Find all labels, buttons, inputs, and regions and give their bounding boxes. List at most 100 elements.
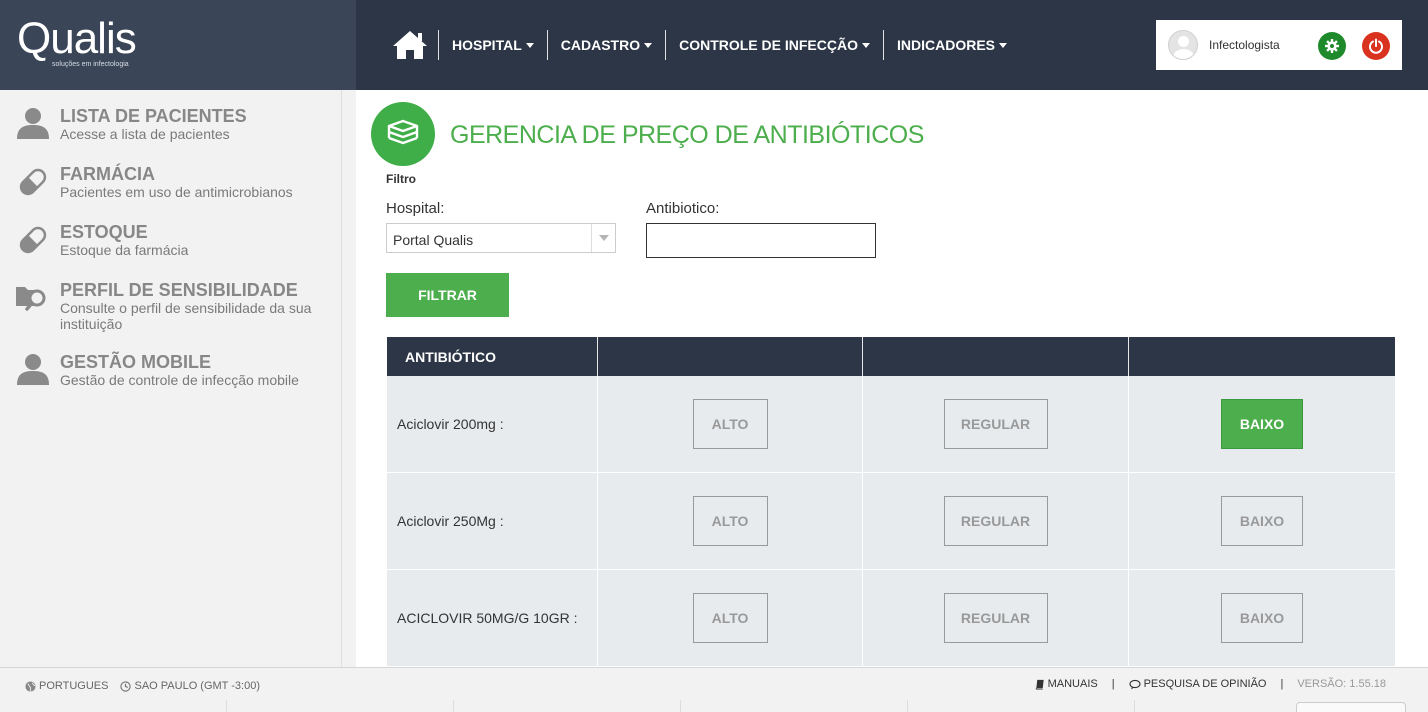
nav-divider <box>882 30 884 60</box>
table-row: Aciclovir 250Mg : ALTO REGULAR BAIXO <box>387 473 1395 570</box>
nav-cadastro-label: CADASTRO <box>560 37 641 53</box>
avatar[interactable] <box>1168 30 1198 60</box>
sidebar-item-perfil-sensibilidade[interactable]: PERFIL DE SENSIBILIDADE Consulte o perfi… <box>0 280 342 336</box>
caret-down-icon <box>644 42 653 48</box>
antibiotic-price-table: ANTIBIÓTICO Aciclovir 200mg : ALTO REGUL… <box>387 337 1395 667</box>
book-icon <box>1035 679 1044 690</box>
baixo-button[interactable]: BAIXO <box>1221 496 1303 546</box>
sidebar: LISTA DE PACIENTES Acesse a lista de pac… <box>0 90 342 667</box>
sidebar-item-desc: Consulte o perfil de sensibilidade da su… <box>60 300 312 332</box>
logout-button[interactable] <box>1362 32 1390 60</box>
sidebar-item-title: GESTÃO MOBILE <box>60 352 212 372</box>
price-cell: ALTO <box>598 376 863 472</box>
antibiotic-name: Aciclovir 200mg : <box>387 376 598 472</box>
column-header <box>863 337 1129 376</box>
nav-divider <box>665 30 667 60</box>
filter-button[interactable]: FILTRAR <box>386 273 509 317</box>
sidebar-item-lista-pacientes[interactable]: LISTA DE PACIENTES Acesse a lista de pac… <box>0 106 342 146</box>
globe-icon <box>25 680 36 692</box>
home-icon[interactable] <box>388 28 432 62</box>
regular-button[interactable]: REGULAR <box>943 496 1048 546</box>
price-cell: REGULAR <box>863 376 1129 472</box>
caret-down-icon <box>861 42 870 48</box>
chevron-down-icon[interactable] <box>591 224 615 252</box>
caret-down-icon <box>999 42 1007 48</box>
sidebar-item-title: LISTA DE PACIENTES <box>60 106 247 126</box>
column-header-antibiotic: ANTIBIÓTICO <box>387 337 598 376</box>
footer-bottom-bar <box>0 700 1428 712</box>
price-cell: BAIXO <box>1129 570 1395 666</box>
baixo-button[interactable]: BAIXO <box>1221 399 1303 449</box>
top-header: Qualis soluções em infectologia HOSPITAL… <box>0 0 1428 90</box>
alto-button[interactable]: ALTO <box>692 593 768 643</box>
timezone-label: SAO PAULO (GMT -3:00) <box>134 680 260 692</box>
column-header <box>1129 337 1395 376</box>
nav-divider <box>546 30 548 60</box>
language-label: PORTUGUES <box>39 680 109 692</box>
clock-icon <box>120 680 132 692</box>
nav-controle-label: CONTROLE DE INFECÇÃO <box>679 37 858 53</box>
regular-button[interactable]: REGULAR <box>943 399 1048 449</box>
gear-icon <box>1325 39 1339 53</box>
nav-indicadores[interactable]: INDICADORES <box>884 37 1020 53</box>
user-name[interactable]: Infectologista <box>1209 38 1280 52</box>
language-selector[interactable]: PORTUGUES <box>25 680 108 692</box>
antibiotic-name: ACICLOVIR 50MG/G 10GR : <box>387 570 598 666</box>
table-header: ANTIBIÓTICO <box>387 337 1395 376</box>
timezone-selector[interactable]: SAO PAULO (GMT -3:00) <box>120 680 260 692</box>
filter-label: Filtro <box>386 172 416 186</box>
manuals-link[interactable]: MANUAIS <box>1035 678 1098 690</box>
alto-button[interactable]: ALTO <box>692 399 768 449</box>
main-nav: HOSPITAL CADASTRO CONTROLE DE INFECÇÃO I… <box>388 28 1020 62</box>
footer-right: MANUAIS | PESQUISA DE OPINIÃO | VERSÃO: … <box>1035 678 1386 690</box>
survey-link[interactable]: PESQUISA DE OPINIÃO <box>1129 678 1267 690</box>
settings-button[interactable] <box>1318 32 1346 60</box>
logo-text: Qualis <box>17 14 137 63</box>
footer-left: PORTUGUES SAO PAULO (GMT -3:00) <box>25 680 272 692</box>
price-cell: REGULAR <box>863 570 1129 666</box>
footer-divider: | <box>1280 678 1284 690</box>
sidebar-item-title: PERFIL DE SENSIBILIDADE <box>60 280 298 300</box>
sidebar-item-desc: Pacientes em uso de antimicrobianos <box>60 184 293 200</box>
antibiotic-name: Aciclovir 250Mg : <box>387 473 598 569</box>
folder-search-icon <box>16 287 46 311</box>
logo-tagline: soluções em infectologia <box>52 61 129 68</box>
user-icon <box>17 108 49 139</box>
nav-hospital[interactable]: HOSPITAL <box>439 37 547 53</box>
sidebar-item-title: ESTOQUE <box>60 222 148 242</box>
nav-cadastro[interactable]: CADASTRO <box>548 37 665 53</box>
page-title: GERENCIA DE PREÇO DE ANTIBIÓTICOS <box>450 121 924 149</box>
nav-controle-infeccao[interactable]: CONTROLE DE INFECÇÃO <box>666 37 883 53</box>
comment-icon <box>1129 679 1141 689</box>
antibiotic-label: Antibiotico: <box>646 200 720 217</box>
footer-divider: | <box>1111 678 1115 690</box>
hospital-select[interactable]: Portal Qualis <box>386 223 616 253</box>
user-icon <box>17 354 49 385</box>
nav-divider <box>438 30 439 60</box>
nav-indicadores-label: INDICADORES <box>896 37 995 53</box>
sidebar-item-estoque[interactable]: ESTOQUE Estoque da farmácia <box>0 222 342 262</box>
baixo-button[interactable]: BAIXO <box>1221 593 1303 643</box>
sidebar-item-desc: Estoque da farmácia <box>60 242 189 258</box>
price-cell: REGULAR <box>863 473 1129 569</box>
pill-icon <box>19 226 47 254</box>
footer-tab <box>1296 702 1406 712</box>
sidebar-item-gestao-mobile[interactable]: GESTÃO MOBILE Gestão de controle de infe… <box>0 352 342 392</box>
price-cell: ALTO <box>598 570 863 666</box>
logo[interactable]: Qualis soluções em infectologia <box>0 0 356 90</box>
regular-button[interactable]: REGULAR <box>943 593 1048 643</box>
sidebar-item-farmacia[interactable]: FARMÁCIA Pacientes em uso de antimicrobi… <box>0 164 342 204</box>
version-label: VERSÃO: 1.55.18 <box>1297 678 1386 690</box>
table-row: Aciclovir 200mg : ALTO REGULAR BAIXO <box>387 376 1395 473</box>
sidebar-item-desc: Acesse a lista de pacientes <box>60 126 230 142</box>
table-row: ACICLOVIR 50MG/G 10GR : ALTO REGULAR BAI… <box>387 570 1395 667</box>
hospital-label: Hospital: <box>386 200 445 217</box>
alto-button[interactable]: ALTO <box>692 496 768 546</box>
manuals-label: MANUAIS <box>1047 678 1098 690</box>
price-cell: BAIXO <box>1129 473 1395 569</box>
survey-label: PESQUISA DE OPINIÃO <box>1143 678 1267 690</box>
antibiotic-input[interactable] <box>646 223 876 258</box>
price-cell: BAIXO <box>1129 376 1395 472</box>
user-panel: Infectologista <box>1156 20 1402 70</box>
hospital-select-value: Portal Qualis <box>393 232 474 248</box>
